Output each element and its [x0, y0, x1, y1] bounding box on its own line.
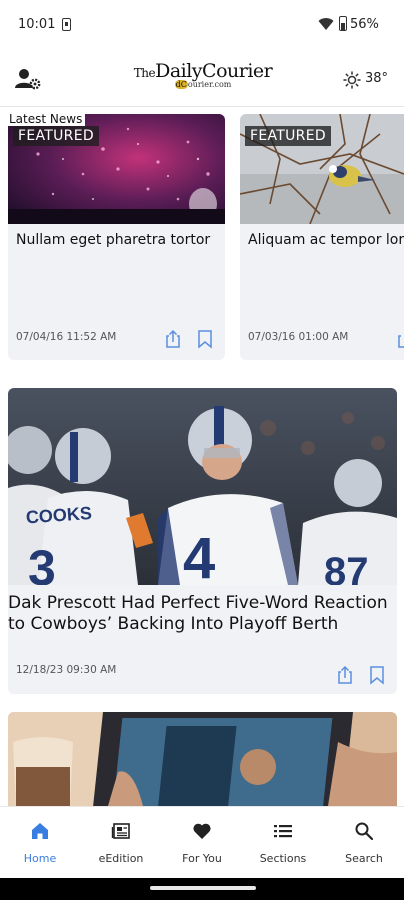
- jersey-number: 3: [28, 540, 56, 585]
- sun-icon: [343, 71, 361, 89]
- share-icon[interactable]: [336, 665, 354, 685]
- sim-card-icon: [62, 18, 71, 31]
- nav-search[interactable]: Search: [324, 807, 404, 879]
- nav-sections[interactable]: Sections: [243, 807, 323, 879]
- jersey-number: 4: [183, 526, 215, 585]
- share-icon[interactable]: [164, 329, 182, 349]
- battery-percent: 56%: [350, 17, 379, 32]
- account-settings-icon[interactable]: [14, 65, 42, 93]
- battery-icon: [339, 16, 347, 31]
- search-icon: [355, 822, 374, 841]
- featured-card[interactable]: FEATURED Nullam eget pharetra tortor 07/…: [8, 114, 225, 360]
- heart-icon: [193, 823, 211, 839]
- jersey-number: 87: [324, 550, 369, 585]
- home-gesture-bar[interactable]: [150, 886, 256, 890]
- nav-home[interactable]: Home: [0, 807, 80, 879]
- story-date: 12/18/23 09:30 AM: [16, 664, 117, 676]
- story-card[interactable]: [8, 712, 397, 806]
- card-date: 07/03/16 01:00 AM: [248, 331, 349, 343]
- logo-wordmark: TheDailyCourier: [133, 60, 273, 82]
- share-icon[interactable]: [396, 329, 404, 349]
- weather-widget[interactable]: 38°: [343, 70, 393, 90]
- nav-eedition[interactable]: eEdition: [81, 807, 161, 879]
- story-headline[interactable]: Dak Prescott Had Perfect Five-Word React…: [8, 593, 388, 635]
- main-story-card[interactable]: COOKS 3 4 87 12/18/23 09:30 AM: [8, 388, 397, 694]
- card-date: 07/04/16 11:52 AM: [16, 331, 117, 343]
- featured-badge: FEATURED: [245, 126, 331, 146]
- status-time: 10:01: [18, 17, 56, 32]
- bottom-nav: Home eEdition For You Sections Search: [0, 806, 404, 878]
- wifi-icon: [318, 18, 334, 30]
- newspaper-icon: [111, 823, 130, 839]
- story-image: [8, 712, 397, 806]
- card-title: Aliquam ac tempor lorem: [248, 232, 404, 248]
- featured-badge: FEATURED: [13, 126, 99, 146]
- story-image: COOKS 3 4 87: [8, 388, 397, 585]
- app-header: TheDailyCourier dCourier.com 38°: [0, 52, 404, 106]
- home-icon: [32, 823, 48, 839]
- list-icon: [274, 825, 292, 838]
- header-divider: [0, 106, 404, 107]
- nav-for-you[interactable]: For You: [162, 807, 242, 879]
- bookmark-icon[interactable]: [368, 665, 386, 685]
- logo[interactable]: TheDailyCourier dCourier.com: [133, 60, 273, 100]
- bookmark-icon[interactable]: [196, 329, 214, 349]
- temperature: 38°: [365, 71, 389, 86]
- card-title: Nullam eget pharetra tortor: [16, 232, 211, 248]
- status-bar: 10:01 56%: [0, 0, 404, 52]
- gesture-area: [0, 878, 404, 900]
- section-label: Latest News: [6, 112, 86, 126]
- featured-card[interactable]: FEATURED Aliquam ac tempor lorem 07/03/1…: [240, 114, 404, 360]
